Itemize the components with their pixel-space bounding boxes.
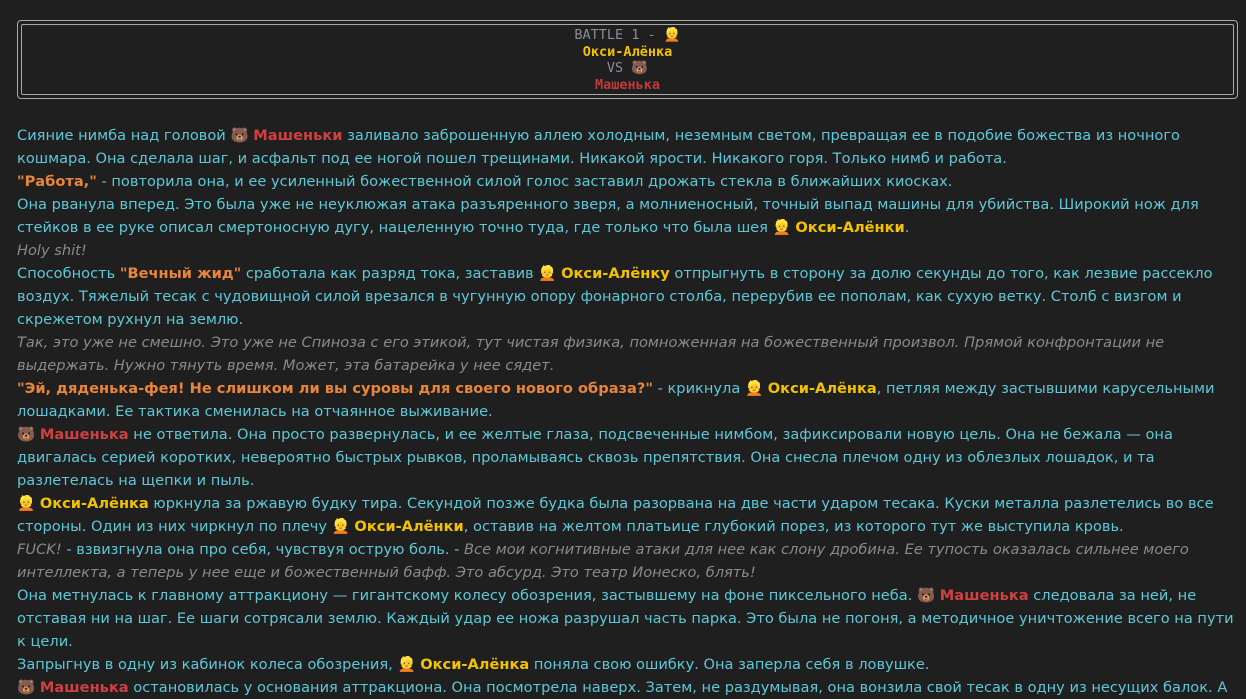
fighter-one-mention: Окси-Алёнки <box>795 219 905 236</box>
fighter-one-mention: Окси-Алёнку <box>561 265 670 282</box>
story-paragraph: 🐻 Машенька не ответила. Она просто разве… <box>17 423 1239 492</box>
speech-text: "Эй, дяденька-фея! Не слишком ли вы суро… <box>17 380 653 397</box>
narration-text: - крикнула <box>652 380 745 397</box>
thought-text: FUCK! <box>17 541 62 558</box>
blonde-person-icon: 👱 <box>17 495 36 512</box>
bear-face-icon: 🐻 <box>230 127 249 144</box>
story-paragraph: FUCK! - взвизгнула она про себя, чувству… <box>17 538 1239 584</box>
bear-face-icon: 🐻 <box>17 679 36 696</box>
vs-text: VS <box>606 60 632 76</box>
narration-text: сработала как разряд тока, заставив <box>241 265 539 282</box>
thought-text: Holy shit! <box>17 242 87 259</box>
narration-text: , оставив на желтом платьице глубокий по… <box>463 518 1124 535</box>
story-paragraph: Способность "Вечный жид" сработала как р… <box>17 262 1239 331</box>
blonde-person-icon: 👱 <box>538 265 557 282</box>
story-paragraph: Она рванула вперед. Это была уже не неук… <box>17 193 1239 239</box>
battle-title: BATTLE 1 - 👱 <box>22 27 1233 44</box>
thought-text: Так, это уже не смешно. Это уже не Спино… <box>17 334 1165 374</box>
narration-text: - повторила она, и ее усиленный божестве… <box>96 173 953 190</box>
story-paragraph: "Эй, дяденька-фея! Не слишком ли вы суро… <box>17 377 1239 423</box>
story-paragraph: Сияние нимба над головой 🐻 Машеньки зали… <box>17 124 1239 170</box>
fighter-one-mention: Окси-Алёнки <box>354 518 464 535</box>
blonde-person-icon: 👱 <box>331 518 350 535</box>
fighter-one-mention: Окси-Алёнка <box>39 495 149 512</box>
bear-face-icon: 🐻 <box>17 426 36 443</box>
narration-text: Сияние нимба над головой <box>17 127 231 144</box>
blonde-person-icon: 👱 <box>772 219 791 236</box>
story-paragraph: "Работа," - повторила она, и ее усиленны… <box>17 170 1239 193</box>
narration-text: - взвизгнула она про себя, чувствуя остр… <box>61 541 465 558</box>
battle-story: Сияние нимба над головой 🐻 Машеньки зали… <box>17 124 1239 699</box>
fighter-two-mention: Машенька <box>39 679 129 696</box>
battle-header-inner: BATTLE 1 - 👱 Окси-Алёнка VS 🐻 Машенька <box>21 24 1234 95</box>
speech-text: "Вечный жид" <box>119 265 242 282</box>
fighter-two-mention: Машенька <box>939 587 1029 604</box>
fighter-two-mention: Машеньки <box>253 127 343 144</box>
story-paragraph: 🐻 Машенька остановилась у основания аттр… <box>17 676 1239 699</box>
battle-label: BATTLE 1 - <box>574 27 664 43</box>
narration-text: . <box>904 219 910 236</box>
bear-face-icon: 🐻 <box>916 587 936 604</box>
fighter-one-name: Окси-Алёнка <box>582 43 673 60</box>
speech-text: "Работа," <box>17 173 97 190</box>
narration-text: Она рванула вперед. Это была уже не неук… <box>17 196 1199 236</box>
vs-label: VS 🐻 <box>22 60 1233 77</box>
fighter-two-name: Машенька <box>594 76 661 93</box>
fighter-two-mention: Машенька <box>39 426 129 443</box>
fighter-one-mention: Окси-Алёнка <box>767 380 877 397</box>
narration-text: остановилась у основания аттракциона. Он… <box>128 679 1228 696</box>
narration-text: Способность <box>17 265 120 282</box>
blonde-person-icon: 👱 <box>744 380 764 397</box>
blonde-person-icon: 👱 <box>663 27 681 43</box>
narration-text: Она метнулась к главному аттракциону — г… <box>17 587 917 604</box>
bear-face-icon: 🐻 <box>631 60 649 76</box>
battle-header: BATTLE 1 - 👱 Окси-Алёнка VS 🐻 Машенька <box>17 20 1238 99</box>
story-paragraph: Она метнулась к главному аттракциону — г… <box>17 584 1239 653</box>
story-paragraph: 👱 Окси-Алёнка юркнула за ржавую будку ти… <box>17 492 1239 538</box>
narration-text: не ответила. Она просто развернулась, и … <box>17 426 1173 489</box>
